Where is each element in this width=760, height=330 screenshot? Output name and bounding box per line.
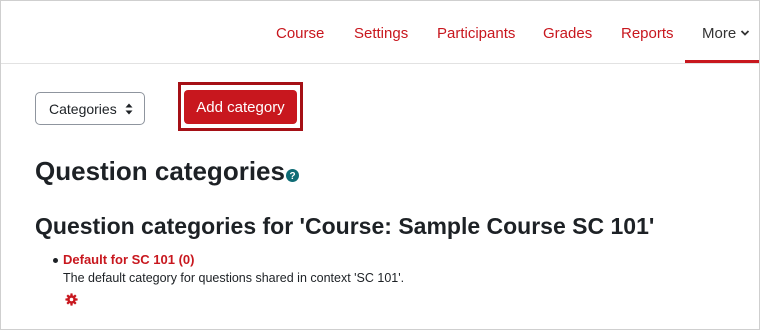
list-bullet bbox=[53, 258, 58, 263]
nav-item-settings[interactable]: Settings bbox=[354, 25, 408, 42]
category-list: Default for SC 101 (0) The default categ… bbox=[53, 251, 404, 306]
page-frame: Course Settings Participants Grades Repo… bbox=[0, 0, 760, 330]
context-heading: Question categories for 'Course: Sample … bbox=[35, 213, 655, 239]
category-link[interactable]: Default for SC 101 (0) bbox=[63, 252, 194, 267]
nav-more-label: More bbox=[702, 25, 737, 42]
category-description: The default category for questions share… bbox=[63, 271, 405, 285]
page-title-text: Question categories bbox=[35, 156, 285, 186]
page-title: Question categories ? bbox=[35, 156, 299, 187]
list-item: Default for SC 101 (0) The default categ… bbox=[53, 251, 404, 306]
nav-item-reports[interactable]: Reports bbox=[621, 25, 674, 42]
category-action-select[interactable]: Categories bbox=[35, 92, 145, 125]
gear-icon[interactable] bbox=[65, 293, 78, 306]
add-category-button[interactable]: Add category bbox=[184, 90, 297, 124]
category-action-select-value: Categories bbox=[49, 100, 117, 117]
nav-item-more[interactable]: More bbox=[702, 25, 750, 42]
sort-icon bbox=[125, 103, 133, 114]
nav-item-participants[interactable]: Participants bbox=[437, 25, 515, 42]
secondary-navigation: Course Settings Participants Grades Repo… bbox=[1, 1, 759, 64]
svg-text:?: ? bbox=[289, 171, 295, 182]
nav-item-grades[interactable]: Grades bbox=[543, 25, 592, 42]
question-circle-icon[interactable]: ? bbox=[285, 169, 299, 182]
nav-active-indicator bbox=[685, 60, 759, 63]
chevron-down-icon bbox=[741, 30, 750, 36]
nav-item-course[interactable]: Course bbox=[276, 25, 324, 42]
